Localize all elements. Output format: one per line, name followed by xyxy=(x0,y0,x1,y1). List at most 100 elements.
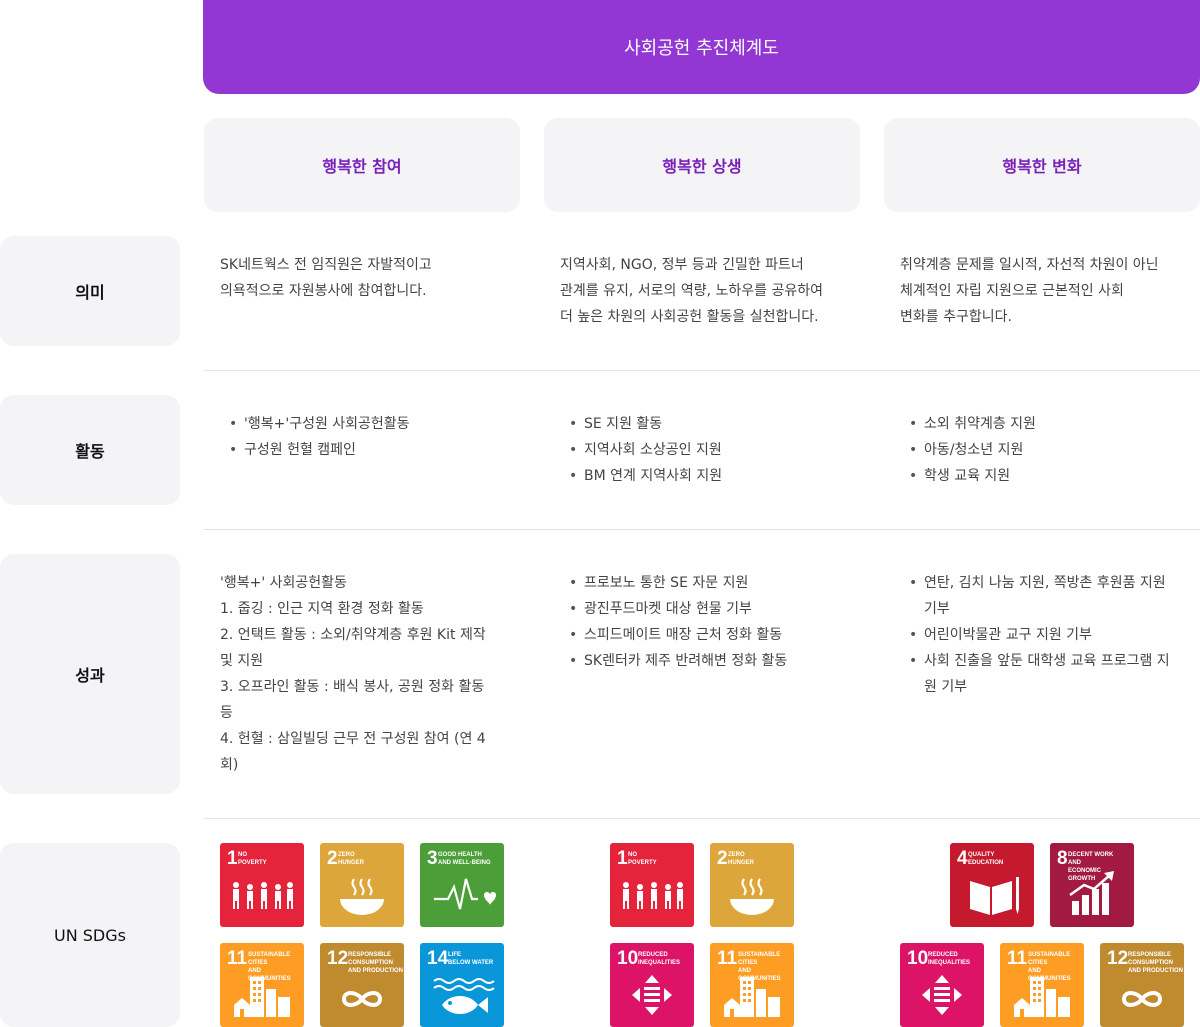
sdg-number: 10 xyxy=(617,948,639,969)
sdg-goal-8-icon: 8 DECENT WORK AND ECONOMIC GROWTH xyxy=(1050,843,1134,927)
text-line: 4. 헌혈 : 삼일빌딩 근무 전 구성원 참여 (연 4 xyxy=(220,731,486,747)
text-line: 관계를 유지, 서로의 역량, 노하우를 공유하여 xyxy=(560,283,823,299)
activity-coexistence: SE 지원 활동 지역사회 소상공인 지원 BM 연계 지역사회 지원 xyxy=(569,411,859,489)
sdg-goal-2-icon: 2 ZERO HUNGER xyxy=(320,843,404,927)
sdg-goal-12-icon: 12 RESPONSIBLE CONSUMPTION AND PRODUCTION xyxy=(1100,943,1184,1027)
sdg-label: LIFE BELOW WATER xyxy=(448,952,494,966)
sdg-goal-1-icon: 1 NO POVERTY xyxy=(220,843,304,927)
sdg-label: RESPONSIBLE CONSUMPTION AND PRODUCTION xyxy=(348,952,403,974)
sdg-label: SUSTAINABLE CITIES AND COMMUNITIES xyxy=(1028,952,1071,982)
sdg-number: 4 xyxy=(957,848,968,869)
sdg-goal-1-icon: 1 NO POVERTY xyxy=(610,843,694,927)
results-coexistence: 프로보노 통한 SE 자문 지원 광진푸드마켓 대상 현물 기부 스피드메이트 … xyxy=(569,570,869,674)
sdg-number: 12 xyxy=(327,948,349,969)
sdg-label: REDUCED INEQUALITIES xyxy=(928,952,971,966)
activity-participation: '행복+'구성원 사회공헌활동 구성원 헌혈 캠페인 xyxy=(229,411,519,463)
text-line: 1. 줍깅 : 인근 지역 환경 정화 활동 xyxy=(220,601,424,617)
text-line: 및 지원 xyxy=(220,653,264,669)
sdg-label: NO POVERTY xyxy=(238,852,267,866)
text-line: 더 높은 차원의 사회공헌 활동을 실천합니다. xyxy=(560,309,819,325)
sdg-label: QUALITY EDUCATION xyxy=(968,852,1004,866)
text-line: 취약계층 문제를 일시적, 자선적 차원이 아닌 xyxy=(900,257,1159,273)
list-item: 사회 진출을 앞둔 대학생 교육 프로그램 지 원 기부 xyxy=(909,648,1199,700)
list-item: 어린이박물관 교구 지원 기부 xyxy=(909,622,1199,648)
sdg-label: SUSTAINABLE CITIES AND COMMUNITIES xyxy=(248,952,291,982)
list-item: 소외 취약계층 지원 xyxy=(909,411,1199,437)
sdg-label: RESPONSIBLE CONSUMPTION AND PRODUCTION xyxy=(1128,952,1183,974)
sdg-label: GOOD HEALTH AND WELL-BEING xyxy=(438,852,491,866)
text-line: 회) xyxy=(220,757,239,773)
sdg-label: DECENT WORK AND ECONOMIC GROWTH xyxy=(1068,852,1114,882)
list-item: 연탄, 김치 나눔 지원, 쪽방촌 후원품 지원 기부 xyxy=(909,570,1199,622)
sdg-goal-10-icon: 10 REDUCED INEQUALITIES xyxy=(900,943,984,1027)
column-header-change: 행복한 변화 xyxy=(884,118,1200,212)
text-line: 어린이박물관 교구 지원 기부 xyxy=(924,627,1092,643)
text-line: 사회 진출을 앞둔 대학생 교육 프로그램 지 xyxy=(924,653,1170,669)
sdg-goal-10-icon: 10 REDUCED INEQUALITIES xyxy=(610,943,694,1027)
results-participation: '행복+' 사회공헌활동 1. 줍깅 : 인근 지역 환경 정화 활동 2. 언… xyxy=(220,570,520,778)
sdg-goal-3-icon: 3 GOOD HEALTH AND WELL-BEING xyxy=(420,843,504,927)
row-divider xyxy=(204,818,1200,819)
sdg-label: ZERO HUNGER xyxy=(728,852,755,866)
diagram-title: 사회공헌 추진체계도 xyxy=(203,0,1200,94)
row-divider xyxy=(204,529,1200,530)
sdg-number: 10 xyxy=(907,948,929,969)
sdg-number: 14 xyxy=(427,948,449,969)
list-item: 학생 교육 지원 xyxy=(909,463,1199,489)
text-line: SK네트웍스 전 임직원은 자발적이고 xyxy=(220,257,432,273)
list-item: '행복+'구성원 사회공헌활동 xyxy=(229,411,519,437)
sdg-goal-11-icon: 11 SUSTAINABLE CITIES AND COMMUNITIES xyxy=(220,943,304,1027)
meaning-coexistence: 지역사회, NGO, 정부 등과 긴밀한 파트너 관계를 유지, 서로의 역량,… xyxy=(560,252,860,330)
sdg-goal-11-icon: 11 SUSTAINABLE CITIES AND COMMUNITIES xyxy=(710,943,794,1027)
text-line: 지역사회, NGO, 정부 등과 긴밀한 파트너 xyxy=(560,257,804,273)
text-line: 2. 언택트 활동 : 소외/취약계층 후원 Kit 제작 xyxy=(220,627,486,643)
sdg-goal-12-icon: 12 RESPONSIBLE CONSUMPTION AND PRODUCTION xyxy=(320,943,404,1027)
sdg-number: 3 xyxy=(427,848,438,869)
meaning-participation: SK네트웍스 전 임직원은 자발적이고 의욕적으로 자원봉사에 참여합니다. xyxy=(220,252,520,304)
sdg-number: 12 xyxy=(1107,948,1129,969)
activity-change: 소외 취약계층 지원 아동/청소년 지원 학생 교육 지원 xyxy=(909,411,1199,489)
sdg-number: 1 xyxy=(617,848,628,869)
list-item: SK렌터카 제주 반려해변 정화 활동 xyxy=(569,648,869,674)
sdg-number: 2 xyxy=(717,848,728,869)
sdg-label: SUSTAINABLE CITIES AND COMMUNITIES xyxy=(738,952,781,982)
text-line: 변화를 추구합니다. xyxy=(900,309,1012,325)
row-divider xyxy=(204,370,1200,371)
row-label-results: 성과 xyxy=(0,554,180,794)
row-label-meaning: 의미 xyxy=(0,236,180,346)
column-header-coexistence: 행복한 상생 xyxy=(544,118,860,212)
text-line: '행복+' 사회공헌활동 xyxy=(220,575,347,591)
text-line: 원 기부 xyxy=(924,679,968,695)
list-item: 스피드메이트 매장 근처 정화 활동 xyxy=(569,622,869,648)
sdg-goal-2-icon: 2 ZERO HUNGER xyxy=(710,843,794,927)
text-line: 기부 xyxy=(924,601,950,617)
text-line: 체계적인 자립 지원으로 근본적인 사회 xyxy=(900,283,1124,299)
sdg-number: 11 xyxy=(1007,948,1028,969)
text-line: 의욕적으로 자원봉사에 참여합니다. xyxy=(220,283,427,299)
list-item: 아동/청소년 지원 xyxy=(909,437,1199,463)
row-label-activity: 활동 xyxy=(0,395,180,505)
list-item: 구성원 헌혈 캠페인 xyxy=(229,437,519,463)
list-item: 프로보노 통한 SE 자문 지원 xyxy=(569,570,869,596)
list-item: BM 연계 지역사회 지원 xyxy=(569,463,859,489)
sdg-label: REDUCED INEQUALITIES xyxy=(638,952,681,966)
text-line: 등 xyxy=(220,705,233,721)
results-change: 연탄, 김치 나눔 지원, 쪽방촌 후원품 지원 기부 어린이박물관 교구 지원… xyxy=(909,570,1199,700)
sdg-label: ZERO HUNGER xyxy=(338,852,365,866)
text-line: 연탄, 김치 나눔 지원, 쪽방촌 후원품 지원 xyxy=(924,575,1166,591)
column-header-participation: 행복한 참여 xyxy=(204,118,520,212)
sdg-number: 1 xyxy=(227,848,238,869)
row-label-un-sdgs: UN SDGs xyxy=(0,843,180,1027)
sdg-number: 11 xyxy=(717,948,738,969)
text-line: 3. 오프라인 활동 : 배식 봉사, 공원 정화 활동 xyxy=(220,679,485,695)
meaning-change: 취약계층 문제를 일시적, 자선적 차원이 아닌 체계적인 자립 지원으로 근본… xyxy=(900,252,1200,330)
sdg-goal-14-icon: 14 LIFE BELOW WATER xyxy=(420,943,504,1027)
sdg-goal-11-icon: 11 SUSTAINABLE CITIES AND COMMUNITIES xyxy=(1000,943,1084,1027)
sdg-goal-4-icon: 4 QUALITY EDUCATION xyxy=(950,843,1034,927)
sdg-number: 8 xyxy=(1057,848,1068,869)
list-item: SE 지원 활동 xyxy=(569,411,859,437)
sdg-number: 2 xyxy=(327,848,338,869)
list-item: 광진푸드마켓 대상 현물 기부 xyxy=(569,596,869,622)
sdg-label: NO POVERTY xyxy=(628,852,657,866)
sdg-number: 11 xyxy=(227,948,248,969)
